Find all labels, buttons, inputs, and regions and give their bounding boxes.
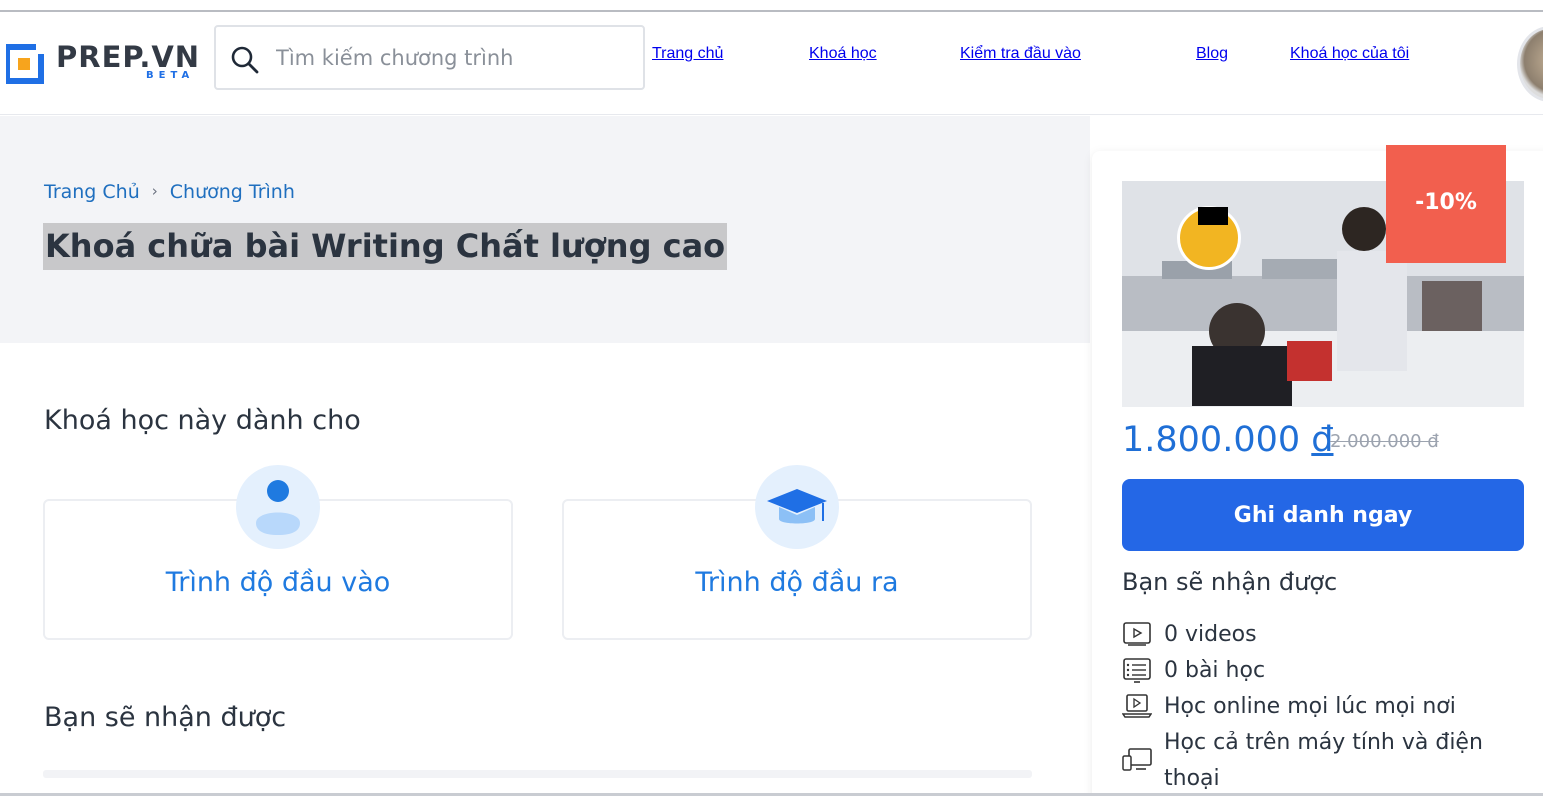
devices-icon — [1122, 748, 1152, 771]
feature-online-text: Học online mọi lúc mọi nơi — [1164, 694, 1456, 719]
discount-badge-text: -10% — [1415, 190, 1477, 215]
receive-heading: Bạn sẽ nhận được — [1122, 568, 1338, 596]
site-header: PREP.VN BETA Trang chủ Khoá học Kiểm tra… — [0, 12, 1543, 115]
logo-text: PREP.VN — [56, 40, 201, 74]
user-icon — [236, 465, 320, 549]
feature-lessons-text: 0 bài học — [1164, 658, 1266, 683]
output-level-label: Trình độ đầu ra — [695, 567, 899, 598]
output-level-card[interactable]: Trình độ đầu ra — [562, 465, 1032, 640]
search-icon — [231, 46, 259, 74]
page-title: Khoá chữa bài Writing Chất lượng cao — [43, 223, 728, 270]
logo-mark-icon — [6, 42, 48, 84]
lesson-logo-icon — [1177, 206, 1241, 270]
nav-courses[interactable]: Khoá học — [809, 45, 877, 63]
price-value: 1.800.000 — [1122, 420, 1301, 460]
audience-heading: Khoá học này dành cho — [44, 405, 361, 436]
user-avatar[interactable] — [1517, 26, 1543, 102]
entry-level-label: Trình độ đầu vào — [165, 567, 391, 598]
current-price: 1.800.000 đ — [1122, 420, 1334, 460]
redacted-box — [1198, 207, 1228, 225]
content-divider — [43, 770, 1032, 778]
video-icon — [1123, 622, 1151, 646]
logo-beta-label: BETA — [146, 70, 195, 81]
nav-placement-test[interactable]: Kiểm tra đầu vào — [960, 45, 1081, 63]
lesson-list-icon — [1123, 658, 1151, 683]
chevron-right-icon: › — [151, 182, 158, 200]
breadcrumb: Trang Chủ › Chương Trình — [44, 181, 295, 203]
breadcrumb-home[interactable]: Trang Chủ — [44, 181, 140, 203]
laptop-play-icon — [1122, 694, 1152, 718]
entry-level-card[interactable]: Trình độ đầu vào — [43, 465, 513, 640]
graduation-cap-icon — [755, 465, 839, 549]
feature-devices-text: Học cả trên máy tính và điện thoại — [1164, 730, 1483, 791]
search-box[interactable] — [214, 25, 645, 90]
enroll-button[interactable]: Ghi danh ngay — [1122, 479, 1524, 551]
nav-my-courses[interactable]: Khoá học của tôi — [1290, 45, 1409, 63]
feature-videos-text: 0 videos — [1164, 622, 1257, 647]
prep-logo[interactable]: PREP.VN BETA — [6, 40, 206, 92]
breadcrumb-programs[interactable]: Chương Trình — [170, 181, 295, 203]
search-input[interactable] — [276, 39, 626, 77]
nav-home[interactable]: Trang chủ — [652, 45, 723, 63]
benefits-heading: Bạn sẽ nhận được — [44, 702, 287, 733]
old-price: 2.000.000 đ — [1330, 431, 1439, 452]
nav-blog[interactable]: Blog — [1196, 45, 1228, 63]
